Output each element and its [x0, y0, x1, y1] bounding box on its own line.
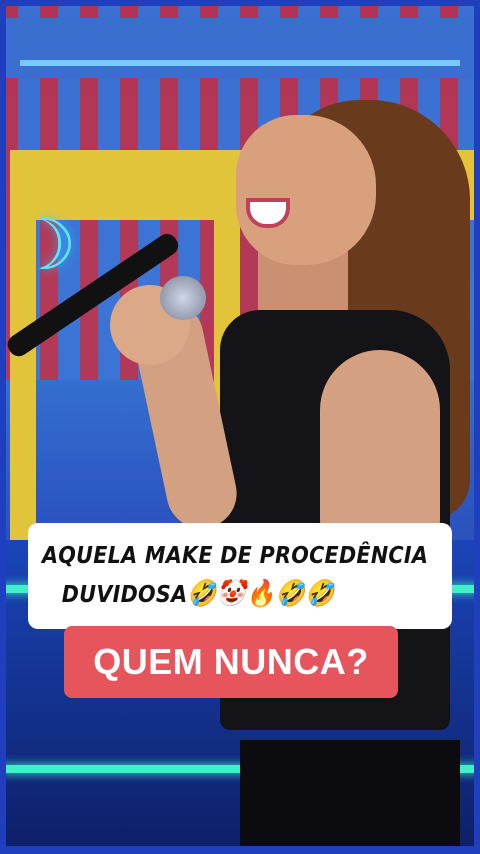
- caption-line-2-text: DUVIDOSA: [61, 582, 188, 608]
- singer-face: [236, 115, 376, 265]
- badge-text: QUEM NUNCA?: [93, 641, 369, 682]
- microphone-head: [160, 276, 206, 320]
- singer-pants: [240, 740, 460, 854]
- caption-box: AQUELA MAKE DE PROCEDÊNCIA DUVIDOSA🤣🤡🔥🤣🤣: [28, 523, 452, 629]
- caption-line-2: DUVIDOSA🤣🤡🔥🤣🤣: [42, 575, 402, 614]
- backdrop-neon-arch: [20, 30, 460, 66]
- video-frame: ☽ AQUELA MAKE DE PROCEDÊNCIA DUVIDOSA🤣🤡🔥…: [0, 0, 480, 854]
- quem-nunca-badge: QUEM NUNCA?: [64, 626, 398, 698]
- emoji-icons: 🤣🤡🔥🤣🤣: [187, 579, 335, 609]
- caption-line-1: AQUELA MAKE DE PROCEDÊNCIA: [42, 543, 429, 569]
